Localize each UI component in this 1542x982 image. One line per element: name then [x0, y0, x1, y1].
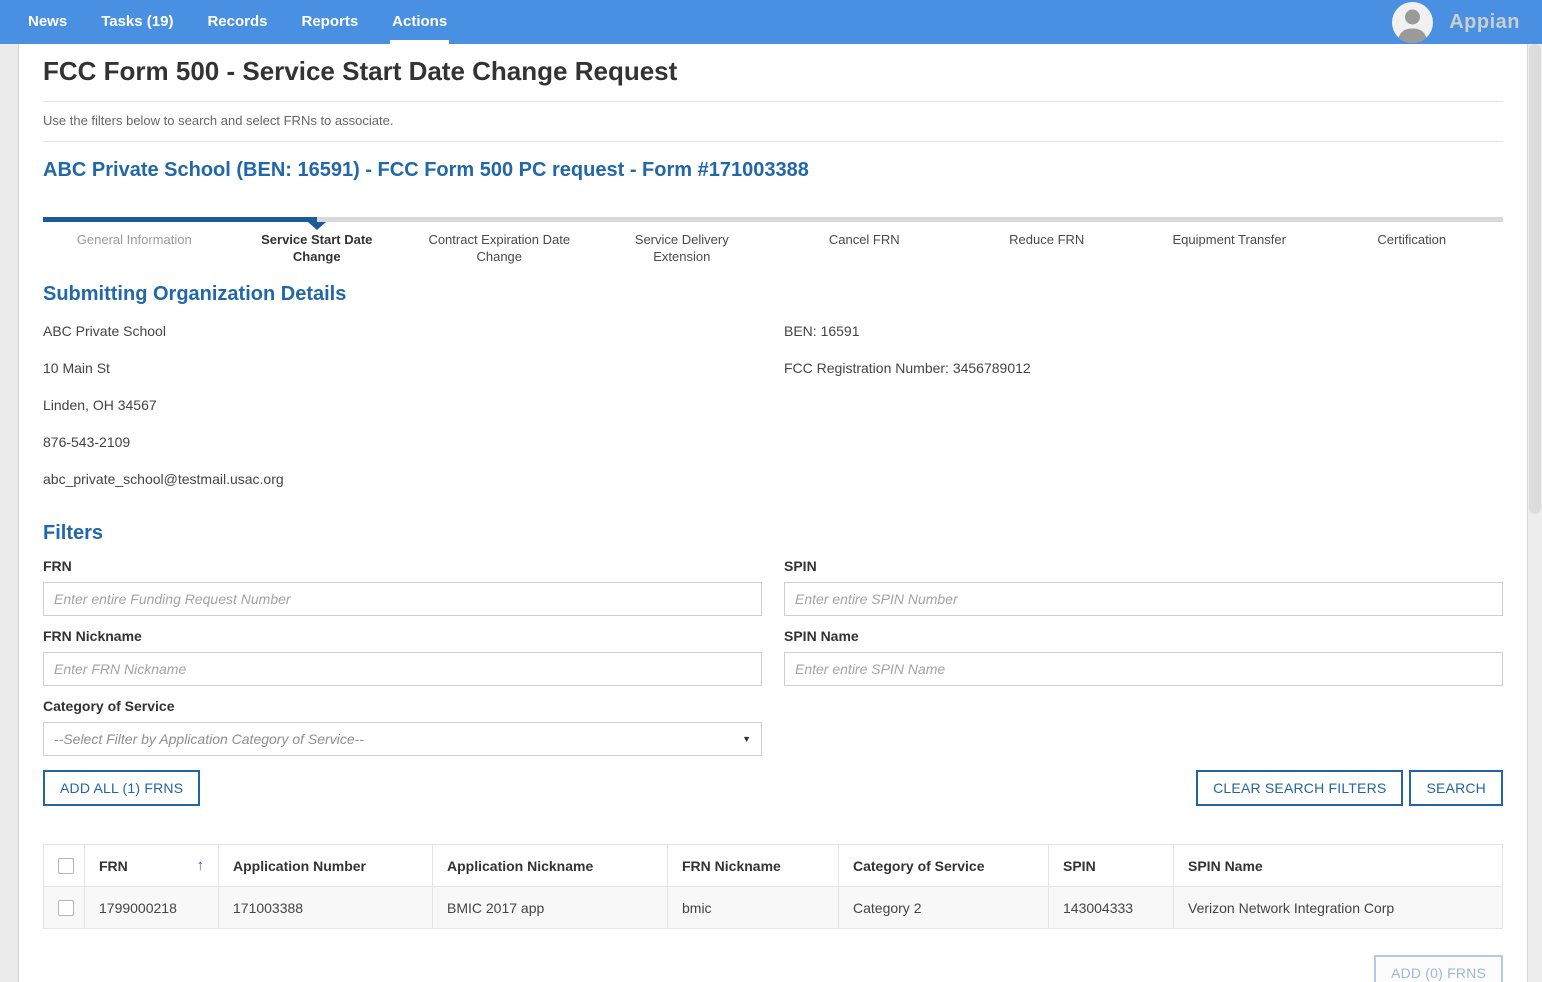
row-select-cell	[44, 887, 85, 929]
page-title: FCC Form 500 - Service Start Date Change…	[43, 54, 1503, 88]
results-table: FRN ↑ Application Number Application Nic…	[43, 844, 1503, 929]
divider	[43, 141, 1503, 142]
form-heading: ABC Private School (BEN: 16591) - FCC Fo…	[43, 157, 1503, 183]
wizard-stepper: General Information Service Start Date C…	[43, 217, 1503, 265]
cell-frn: 1799000218	[85, 887, 219, 929]
organization-address-column: ABC Private School 10 Main St Linden, OH…	[43, 317, 762, 502]
organization-details-heading: Submitting Organization Details	[43, 281, 1503, 307]
organization-fcc-registration: FCC Registration Number: 3456789012	[784, 354, 1503, 375]
scrollbar-thumb[interactable]	[1529, 44, 1541, 514]
nav-item-reports[interactable]: Reports	[284, 0, 375, 44]
column-header-frn[interactable]: FRN ↑	[85, 845, 219, 887]
spin-field-group: SPIN	[784, 558, 1503, 616]
nav-item-actions[interactable]: Actions	[375, 0, 464, 44]
select-all-header-cell	[44, 845, 85, 887]
frn-label: FRN	[43, 558, 762, 575]
table-header-row: FRN ↑ Application Number Application Nic…	[44, 845, 1503, 887]
organization-ben: BEN: 16591	[784, 317, 1503, 338]
add-all-frns-button[interactable]: ADD ALL (1) FRNS	[43, 770, 200, 806]
row-checkbox[interactable]	[58, 900, 74, 916]
category-of-service-select[interactable]: --Select Filter by Application Category …	[43, 722, 762, 756]
results-table-section: FRN ↑ Application Number Application Nic…	[43, 844, 1503, 982]
top-navigation-bar: News Tasks (19) Records Reports Actions …	[0, 0, 1542, 44]
spin-name-label: SPIN Name	[784, 628, 1503, 645]
divider	[43, 101, 1503, 102]
appian-logo: Appian	[1449, 11, 1520, 34]
organization-name: ABC Private School	[43, 317, 762, 338]
spin-input[interactable]	[784, 582, 1503, 616]
nav-item-records[interactable]: Records	[190, 0, 284, 44]
person-icon	[1392, 2, 1433, 43]
filter-actions-row: ADD ALL (1) FRNS CLEAR SEARCH FILTERS SE…	[43, 770, 1503, 806]
cell-category-of-service: Category 2	[839, 887, 1049, 929]
organization-city-state-zip: Linden, OH 34567	[43, 391, 762, 412]
column-header-frn-nickname[interactable]: FRN Nickname	[668, 845, 839, 887]
cell-application-nickname: BMIC 2017 app	[433, 887, 668, 929]
step-certification[interactable]: Certification	[1321, 231, 1504, 265]
frn-nickname-input[interactable]	[43, 652, 762, 686]
step-service-delivery-extension[interactable]: Service Delivery Extension	[591, 231, 774, 265]
column-header-application-number[interactable]: Application Number	[219, 845, 433, 887]
frn-input[interactable]	[43, 582, 762, 616]
organization-email: abc_private_school@testmail.usac.org	[43, 465, 762, 486]
filters-form: FRN SPIN FRN Nickname SPIN Name Category…	[43, 558, 1503, 756]
step-equipment-transfer[interactable]: Equipment Transfer	[1138, 231, 1321, 265]
search-button[interactable]: SEARCH	[1409, 770, 1503, 806]
stepper-track	[43, 217, 1503, 222]
left-page-gutter	[0, 44, 19, 982]
category-of-service-field-group: Category of Service --Select Filter by A…	[43, 698, 762, 756]
vertical-scrollbar[interactable]	[1527, 44, 1542, 982]
organization-details-section: Submitting Organization Details ABC Priv…	[43, 281, 1503, 502]
stepper-progress-marker	[43, 217, 317, 222]
nav-item-tasks[interactable]: Tasks (19)	[84, 0, 190, 44]
step-cancel-frn[interactable]: Cancel FRN	[773, 231, 956, 265]
column-header-spin[interactable]: SPIN	[1049, 845, 1174, 887]
frn-nickname-field-group: FRN Nickname	[43, 628, 762, 686]
page-instructions: Use the filters below to search and sele…	[43, 113, 1503, 129]
column-header-spin-name[interactable]: SPIN Name	[1174, 845, 1503, 887]
column-header-frn-label: FRN	[99, 858, 128, 874]
frn-field-group: FRN	[43, 558, 762, 616]
cell-spin-name: Verizon Network Integration Corp	[1174, 887, 1503, 929]
main-content: FCC Form 500 - Service Start Date Change…	[19, 44, 1527, 982]
cell-frn-nickname: bmic	[668, 887, 839, 929]
clear-search-filters-button[interactable]: CLEAR SEARCH FILTERS	[1196, 770, 1403, 806]
column-header-category-of-service[interactable]: Category of Service	[839, 845, 1049, 887]
select-all-checkbox[interactable]	[58, 858, 74, 874]
spin-label: SPIN	[784, 558, 1503, 575]
step-general-information[interactable]: General Information	[43, 231, 226, 265]
step-reduce-frn[interactable]: Reduce FRN	[956, 231, 1139, 265]
nav-item-news[interactable]: News	[11, 0, 84, 44]
organization-street: 10 Main St	[43, 354, 762, 375]
spin-name-field-group: SPIN Name	[784, 628, 1503, 686]
cell-spin: 143004333	[1049, 887, 1174, 929]
step-service-start-date-change[interactable]: Service Start Date Change	[226, 231, 409, 265]
organization-ids-column: BEN: 16591 FCC Registration Number: 3456…	[784, 317, 1503, 502]
cell-application-number: 171003388	[219, 887, 433, 929]
add-selected-frns-button[interactable]: ADD (0) FRNS	[1374, 955, 1503, 982]
nav-right-area: Appian	[1392, 0, 1542, 44]
category-of-service-label: Category of Service	[43, 698, 762, 715]
stepper-labels: General Information Service Start Date C…	[43, 231, 1503, 265]
frn-nickname-label: FRN Nickname	[43, 628, 762, 645]
add-selected-row: ADD (0) FRNS	[43, 955, 1503, 982]
table-row: 1799000218 171003388 BMIC 2017 app bmic …	[44, 887, 1503, 929]
sort-ascending-icon[interactable]: ↑	[197, 857, 205, 874]
step-contract-expiration-date-change[interactable]: Contract Expiration Date Change	[408, 231, 591, 265]
column-header-application-nickname[interactable]: Application Nickname	[433, 845, 668, 887]
spin-name-input[interactable]	[784, 652, 1503, 686]
organization-phone: 876-543-2109	[43, 428, 762, 449]
user-avatar[interactable]	[1392, 2, 1433, 43]
filters-heading: Filters	[43, 520, 1503, 546]
